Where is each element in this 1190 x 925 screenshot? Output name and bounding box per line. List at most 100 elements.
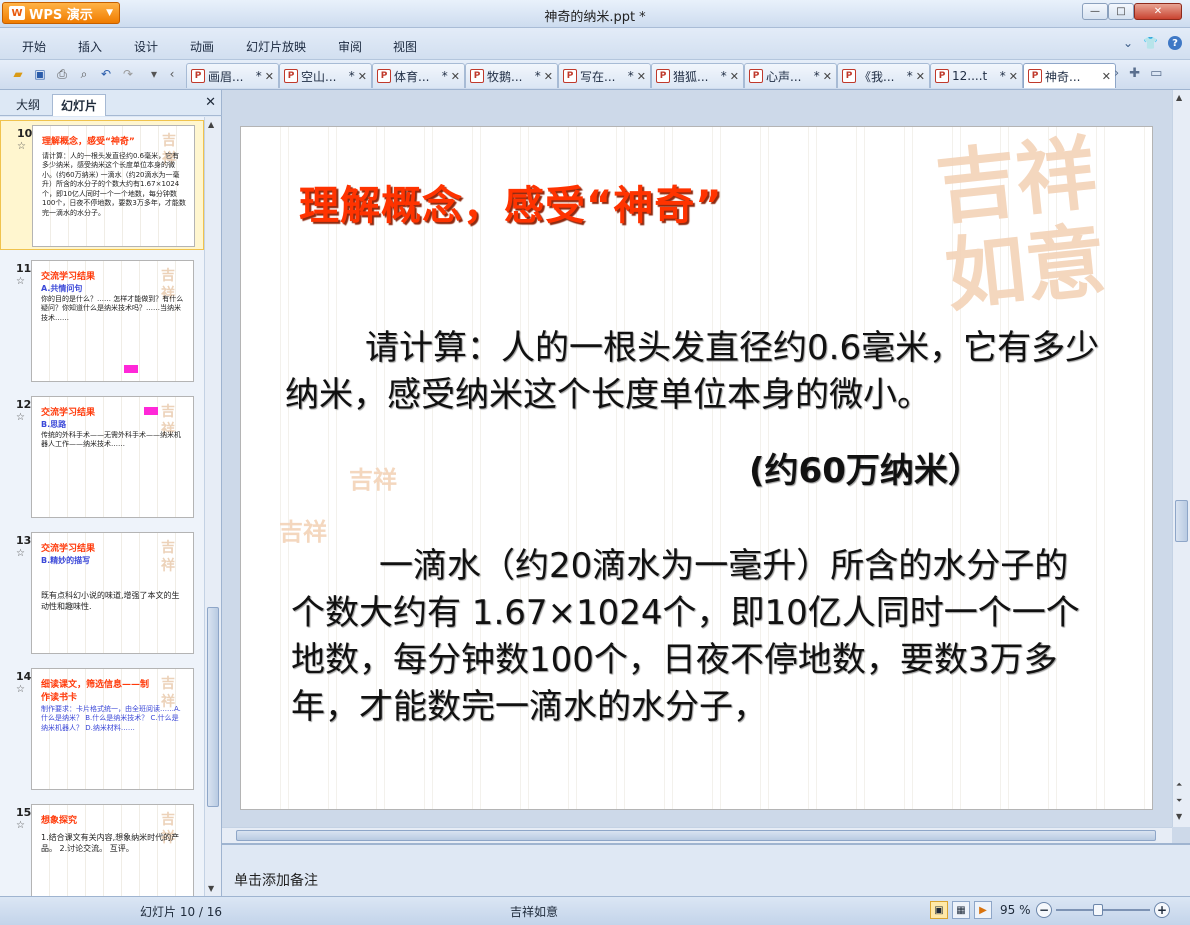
slide-thumbnail-12[interactable]: 12 ☆ 吉祥 交流学习结果 B.思路 传统的外科手术——无需外科手术——纳米机… — [0, 392, 204, 522]
current-slide[interactable]: 吉祥如意 吉祥 吉祥 理解概念，感受“神奇” 请计算：人的一根头发直径约0.6毫… — [240, 126, 1153, 810]
tab-slides[interactable]: 幻灯片 — [52, 94, 107, 116]
doc-tab[interactable]: P 猎狐... * ✕ — [651, 63, 744, 88]
slide-answer[interactable]: (约60万纳米） — [749, 443, 982, 492]
doc-tab-active[interactable]: P 神奇... ✕ — [1023, 63, 1116, 88]
close-window-button[interactable]: ✕ — [1134, 3, 1182, 20]
close-tab-icon[interactable]: ✕ — [916, 70, 925, 83]
slide-panel: 大纲 幻灯片 ✕ 10 ☆ 吉祥 理解概念，感受“神奇” 请计算：人的一根头发直… — [0, 90, 222, 896]
ppt-file-icon: P — [935, 69, 949, 83]
tab-scroll-left-icon[interactable]: ‹ — [164, 66, 180, 82]
help-icon[interactable]: ? — [1168, 36, 1182, 50]
panel-scrollbar[interactable]: ▲ ▼ — [204, 117, 221, 896]
zoom-slider-knob[interactable] — [1093, 904, 1104, 916]
undo-icon[interactable]: ↶ — [98, 66, 114, 82]
open-folder-icon[interactable]: ▰ — [10, 66, 26, 82]
menu-design[interactable]: 设计 — [134, 38, 158, 55]
thumbnail-preview: 吉祥 交流学习结果 B.思路 传统的外科手术——无需外科手术——纳米机器人工作—… — [31, 396, 194, 518]
slide-number: 15 — [16, 806, 32, 819]
zoom-out-button[interactable]: − — [1036, 902, 1052, 918]
slide-editor: 吉祥如意 吉祥 吉祥 理解概念，感受“神奇” 请计算：人的一根头发直径约0.6毫… — [222, 90, 1190, 843]
document-title: 神奇的纳米.ppt * — [544, 10, 646, 25]
doc-tab[interactable]: P 牧鹅... * ✕ — [465, 63, 558, 88]
close-tab-icon[interactable]: ✕ — [265, 70, 274, 83]
close-tab-icon[interactable]: ✕ — [823, 70, 832, 83]
scroll-up-icon[interactable]: ▲ — [1176, 93, 1182, 102]
menu-insert[interactable]: 插入 — [78, 38, 102, 55]
customize-toolbar-icon[interactable]: ▾ — [146, 66, 162, 82]
previous-slide-icon[interactable]: ⏶ — [1176, 780, 1182, 790]
animation-star-icon: ☆ — [16, 820, 25, 831]
close-panel-icon[interactable]: ✕ — [205, 95, 216, 110]
scroll-down-icon[interactable]: ▼ — [208, 884, 214, 893]
thumbnail-body: 1.结合课文有关内容,想象纳米时代的产品。 2.讨论交流。 互评。 — [41, 833, 180, 853]
new-tab-icon[interactable]: ✚ — [1129, 66, 1140, 81]
doc-tab[interactable]: P 空山... * ✕ — [279, 63, 372, 88]
doc-tab[interactable]: P 体育... * ✕ — [372, 63, 465, 88]
slide-number: 12 — [16, 398, 32, 411]
close-tab-icon[interactable]: ✕ — [1009, 70, 1018, 83]
menu-slideshow[interactable]: 幻灯片放映 — [246, 38, 306, 55]
decoration-stamp: 吉祥 — [161, 540, 175, 574]
doc-tab-label: 空山... — [301, 69, 337, 84]
doc-tab-label: 牧鹅... — [487, 69, 523, 84]
doc-tab[interactable]: P 《我... * ✕ — [837, 63, 930, 88]
ppt-file-icon: P — [563, 69, 577, 83]
menu-view[interactable]: 视图 — [393, 38, 417, 55]
slide-paragraph-2[interactable]: 一滴水（约20滴水为一毫升）所含的水分子的个数大约有 1.67×1024个，即1… — [291, 543, 1101, 731]
decoration-stamp-large: 吉祥如意 — [931, 126, 1111, 324]
doc-tab-label: 《我... — [859, 69, 895, 84]
save-icon[interactable]: ▣ — [32, 66, 48, 82]
slide-sorter-view-icon[interactable]: ▦ — [952, 901, 970, 919]
close-tab-icon[interactable]: ✕ — [451, 70, 460, 83]
vertical-scrollbar[interactable]: ▲ ⏶ ⏷ ▼ — [1172, 90, 1190, 827]
doc-tab[interactable]: P 写在... * ✕ — [558, 63, 651, 88]
close-tab-icon[interactable]: ✕ — [730, 70, 739, 83]
scrollbar-thumb[interactable] — [207, 607, 219, 807]
print-icon[interactable]: ⎙ — [54, 66, 70, 82]
slide-paragraph-1[interactable]: 请计算：人的一根头发直径约0.6毫米，它有多少纳米，感受纳米这个长度单位本身的微… — [285, 325, 1105, 419]
menu-home[interactable]: 开始 — [22, 38, 46, 55]
slide-number: 11 — [16, 262, 32, 275]
skin-shirt-icon[interactable]: 👕 — [1143, 36, 1158, 50]
close-tab-icon[interactable]: ✕ — [1102, 70, 1111, 83]
thumbnail-title: 想象探究 — [41, 816, 78, 826]
tab-scroll-right-icon[interactable]: › — [1114, 66, 1119, 81]
collapse-ribbon-icon[interactable]: ⌄ — [1123, 36, 1133, 50]
normal-view-icon[interactable]: ▣ — [930, 901, 948, 919]
tab-outline[interactable]: 大纲 — [8, 94, 48, 116]
close-tab-icon[interactable]: ✕ — [358, 70, 367, 83]
ppt-file-icon: P — [656, 69, 670, 83]
close-tab-icon[interactable]: ✕ — [544, 70, 553, 83]
slide-thumbnail-10[interactable]: 10 ☆ 吉祥 理解概念，感受“神奇” 请计算：人的一根头发直径约0.6毫米，它… — [0, 120, 204, 250]
thumbnail-subtitle: A.共情问句 — [41, 284, 83, 293]
scroll-down-icon[interactable]: ▼ — [1176, 812, 1182, 821]
print-preview-icon[interactable]: ⌕ — [76, 66, 92, 82]
doc-tab[interactable]: P 12....t * ✕ — [930, 63, 1023, 88]
doc-tab[interactable]: P 心声... * ✕ — [744, 63, 837, 88]
slideshow-view-icon[interactable]: ▶ — [974, 901, 992, 919]
close-tab-icon[interactable]: ✕ — [637, 70, 646, 83]
notes-placeholder[interactable]: 单击添加备注 — [234, 870, 318, 890]
doc-tab-label: 写在... — [580, 69, 616, 84]
modified-mark: * — [348, 69, 355, 83]
notes-pane[interactable]: 单击添加备注 — [222, 843, 1190, 896]
menu-review[interactable]: 审阅 — [338, 38, 362, 55]
maximize-button[interactable]: □ — [1108, 3, 1134, 20]
slide-thumbnail-11[interactable]: 11 ☆ 吉祥 交流学习结果 A.共情问句 你的目的是什么？…… 怎样才能做到？… — [0, 256, 204, 386]
doc-tab[interactable]: P 画眉... * ✕ — [186, 63, 279, 88]
horizontal-scrollbar[interactable] — [222, 827, 1172, 843]
menu-animation[interactable]: 动画 — [190, 38, 214, 55]
panel-tabs: 大纲 幻灯片 ✕ — [0, 90, 222, 116]
scrollbar-thumb[interactable] — [1175, 500, 1188, 542]
zoom-in-button[interactable]: + — [1154, 902, 1170, 918]
scroll-up-icon[interactable]: ▲ — [208, 120, 214, 129]
slide-title[interactable]: 理解概念，感受“神奇” — [299, 173, 723, 231]
restore-doc-icon[interactable]: ▭ — [1150, 66, 1162, 81]
slide-thumbnail-15[interactable]: 15 ☆ 吉祥 想象探究 1.结合课文有关内容,想象纳米时代的产品。 2.讨论交… — [0, 800, 204, 896]
next-slide-icon[interactable]: ⏷ — [1176, 796, 1182, 806]
minimize-button[interactable]: — — [1082, 3, 1108, 20]
slide-thumbnail-14[interactable]: 14 ☆ 吉祥 细读课文，筛选信息——制作读书卡 制作要求：卡片格式统一，由全班… — [0, 664, 204, 794]
redo-icon[interactable]: ↷ — [120, 66, 136, 82]
scrollbar-thumb[interactable] — [236, 830, 1156, 841]
slide-thumbnail-13[interactable]: 13 ☆ 吉祥 交流学习结果 B.精妙的描写 既有点科幻小说的味道,增强了本文的… — [0, 528, 204, 658]
